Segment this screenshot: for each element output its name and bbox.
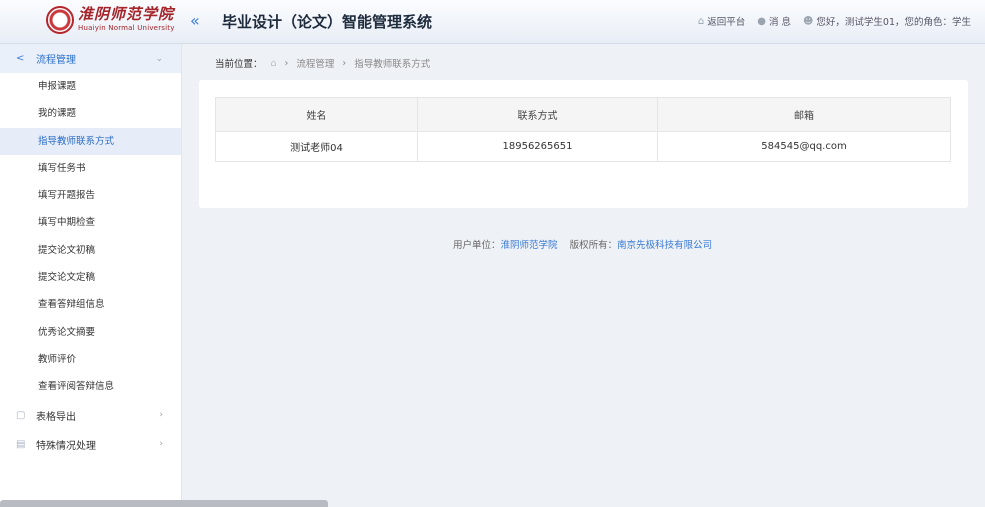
sidebar-item-my-topic[interactable]: 我的课题	[0, 100, 181, 127]
messages-link[interactable]: ● 消 息	[757, 14, 791, 29]
footer-unit-prefix: 用户单位：	[453, 240, 501, 251]
sidebar-group-special-cases[interactable]: ▤ 特殊情况处理 ›	[0, 430, 181, 459]
logo-english-name: Huaiyin Normal University	[78, 24, 175, 32]
share-icon: <	[16, 53, 25, 64]
sidebar-item-defense-group[interactable]: 查看答辩组信息	[0, 291, 181, 318]
column-header-contact: 联系方式	[417, 97, 658, 132]
chevron-right-icon: ›	[159, 439, 163, 450]
back-label: 返回平台	[707, 17, 746, 28]
messages-label: 消 息	[768, 17, 791, 28]
footer-copyright-prefix: 版权所有：	[569, 240, 618, 251]
cell-name: 测试老师04	[215, 131, 418, 162]
user-greeting: 您好，测试学生01，您的角色：学生	[816, 17, 971, 28]
message-icon: ●	[757, 15, 766, 27]
sidebar-item-declare-topic[interactable]: 申报课题	[0, 73, 181, 100]
sidebar-item-teacher-evaluation[interactable]: 教师评价	[0, 346, 181, 373]
advisor-contact-table: 姓名 联系方式 邮箱 测试老师04 18956265651 584545@qq.…	[215, 97, 951, 162]
table-row: 测试老师04 18956265651 584545@qq.com	[215, 131, 951, 162]
document-icon: ▢	[16, 409, 26, 421]
app-title: 毕业设计（论文）智能管理系统	[222, 13, 433, 31]
collapse-sidebar-icon[interactable]: «	[190, 12, 206, 30]
column-header-email: 邮箱	[657, 97, 951, 132]
sidebar: < 流程管理 ⌄ 申报课题 我的课题 指导教师联系方式 填写任务书 填写开题报告…	[0, 44, 328, 507]
sidebar-item-review-defense-info[interactable]: 查看评阅答辩信息	[0, 373, 181, 400]
sidebar-item-advisor-contact[interactable]: 指导教师联系方式	[0, 127, 181, 155]
top-header: 淮阴师范学院 Huaiyin Normal University « 毕业设计（…	[0, 0, 985, 44]
footer-company-link[interactable]: 南京先极科技有限公司	[617, 240, 712, 251]
sidebar-group-label: 特殊情况处理	[36, 440, 96, 452]
sidebar-item-task-book[interactable]: 填写任务书	[0, 155, 181, 182]
footer-unit-link[interactable]: 淮阴师范学院	[501, 240, 558, 251]
chevron-down-icon: ⌄	[155, 53, 163, 64]
breadcrumb-level1[interactable]: 流程管理	[296, 56, 334, 70]
cell-phone: 18956265651	[417, 131, 658, 162]
university-logo[interactable]: 淮阴师范学院 Huaiyin Normal University	[0, 0, 182, 44]
file-icon: ▤	[16, 438, 26, 450]
breadcrumb-level2: 指导教师联系方式	[354, 59, 431, 70]
home-icon[interactable]: ⌂	[271, 58, 277, 69]
sidebar-group-process[interactable]: < 流程管理 ⌄	[0, 44, 181, 73]
breadcrumb-prefix: 当前位置：	[215, 59, 263, 70]
breadcrumb: 当前位置： ⌂ › 流程管理 › 指导教师联系方式	[215, 56, 431, 71]
sidebar-item-final-draft[interactable]: 提交论文定稿	[0, 264, 181, 291]
horizontal-scrollbar[interactable]	[0, 500, 328, 507]
sidebar-item-first-draft[interactable]: 提交论文初稿	[0, 237, 181, 264]
sidebar-item-opening-report[interactable]: 填写开题报告	[0, 182, 181, 209]
content-panel: 姓名 联系方式 邮箱 测试老师04 18956265651 584545@qq.…	[199, 80, 968, 208]
cell-email: 584545@qq.com	[657, 131, 951, 162]
university-seal-icon	[46, 6, 74, 34]
logo-chinese-name: 淮阴师范学院	[78, 5, 175, 23]
user-info: ☻ 您好，测试学生01，您的角色：学生	[802, 14, 971, 29]
sidebar-item-excellent-abstract[interactable]: 优秀论文摘要	[0, 319, 181, 346]
home-icon: ⌂	[697, 15, 705, 27]
user-icon: ☻	[802, 15, 814, 27]
sidebar-item-midterm-check[interactable]: 填写中期检查	[0, 209, 181, 236]
sidebar-group-label: 表格导出	[36, 411, 76, 423]
sidebar-group-label: 流程管理	[36, 55, 76, 66]
sidebar-group-table-export[interactable]: ▢ 表格导出 ›	[0, 401, 181, 430]
column-header-name: 姓名	[215, 97, 418, 132]
back-to-platform-link[interactable]: ⌂ 返回平台	[697, 14, 746, 29]
footer: 用户单位：淮阴师范学院 版权所有：南京先极科技有限公司	[453, 237, 712, 251]
chevron-right-icon: ›	[159, 410, 163, 421]
